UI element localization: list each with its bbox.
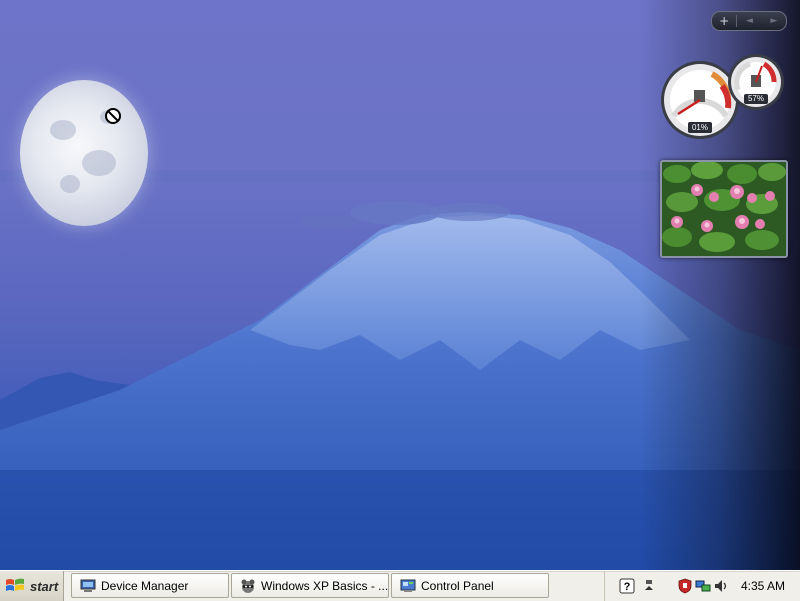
safely-remove-icon[interactable] <box>641 578 657 594</box>
windows-logo-icon <box>6 578 24 591</box>
security-shield-icon[interactable] <box>677 578 693 594</box>
previous-gadget-page-button[interactable]: ◄ <box>737 12 761 30</box>
taskbar-button-windows-xp-basics[interactable]: Windows XP Basics - ... <box>231 573 389 598</box>
taskbar-button-device-manager[interactable]: Device Manager <box>71 573 229 598</box>
slideshow-gadget[interactable] <box>660 160 788 258</box>
clock[interactable]: 4:35 AM <box>741 579 785 593</box>
computer-icon <box>80 579 96 592</box>
volume-icon[interactable] <box>713 578 729 594</box>
raccoon-icon <box>241 579 255 593</box>
unavailable-cursor-icon <box>105 108 121 124</box>
start-button[interactable]: start <box>0 571 64 601</box>
next-gadget-page-button[interactable]: ► <box>762 12 786 30</box>
water-lilies-photo <box>662 162 786 256</box>
help-icon[interactable]: ? <box>619 578 635 594</box>
task-label: Device Manager <box>101 578 189 593</box>
add-gadget-button[interactable]: + <box>712 12 736 30</box>
task-label: Windows XP Basics - ... <box>261 578 389 593</box>
task-label: Control Panel <box>421 578 494 593</box>
moon-image <box>20 80 148 226</box>
network-icon[interactable] <box>695 578 711 594</box>
svg-text:?: ? <box>624 581 631 593</box>
system-tray: ? 4:35 AM <box>604 571 800 601</box>
taskbar-button-control-panel[interactable]: Control Panel <box>391 573 549 598</box>
taskbar: start Device Manager Windows XP Basics -… <box>0 570 800 601</box>
control-panel-icon <box>400 579 416 592</box>
start-label: start <box>30 578 59 594</box>
cpu-usage-readout: 01% <box>691 123 708 132</box>
memory-usage-readout: 57% <box>747 94 764 103</box>
gadget-controls: + ◄ ► <box>711 11 787 31</box>
desktop-wallpaper: + ◄ ► 01% 57% <box>0 0 800 570</box>
cpu-meter-gadget[interactable]: 01% 57% <box>660 52 790 144</box>
